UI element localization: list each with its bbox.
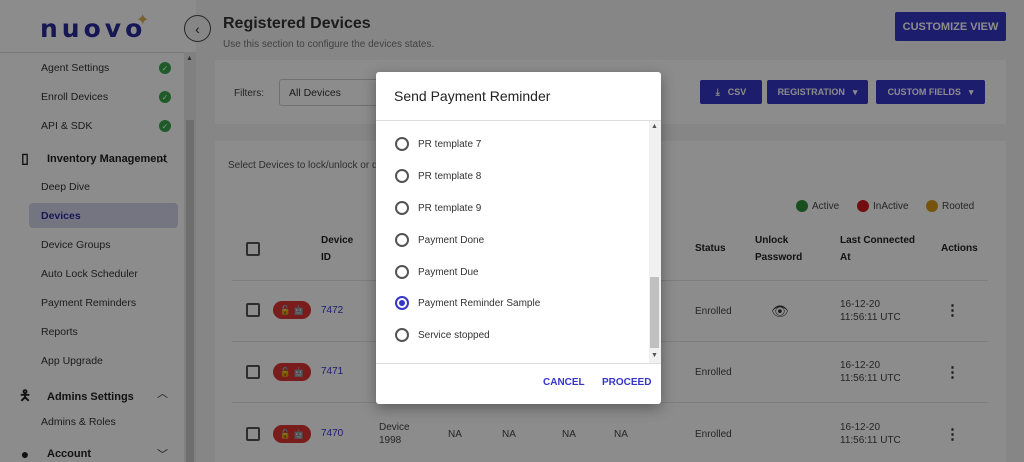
radio-option[interactable]: Service stopped: [395, 328, 490, 342]
radio-label: PR template 9: [418, 202, 482, 214]
radio-button[interactable]: [395, 233, 409, 247]
send-payment-reminder-dialog: Send Payment Reminder PR template 7 PR t…: [376, 72, 661, 404]
radio-button[interactable]: [395, 328, 409, 342]
radio-label: Payment Done: [418, 234, 485, 246]
radio-option[interactable]: Payment Due: [395, 265, 479, 279]
radio-button[interactable]: [395, 169, 409, 183]
radio-button[interactable]: [395, 137, 409, 151]
scroll-up-arrow-icon[interactable]: ▲: [651, 123, 658, 130]
dialog-divider: [376, 120, 661, 121]
proceed-button[interactable]: PROCEED: [602, 377, 651, 388]
radio-option[interactable]: PR template 8: [395, 169, 481, 183]
dialog-title: Send Payment Reminder: [394, 88, 551, 104]
cancel-button[interactable]: CANCEL: [543, 377, 585, 388]
dialog-divider: [376, 363, 661, 364]
dialog-scroll-thumb[interactable]: [650, 277, 659, 348]
radio-label: Payment Reminder Sample: [418, 297, 541, 309]
radio-option-selected[interactable]: Payment Reminder Sample: [395, 296, 540, 310]
radio-option[interactable]: PR template 9: [395, 201, 481, 215]
radio-label: PR template 7: [418, 138, 482, 150]
radio-button[interactable]: [395, 201, 409, 215]
radio-label: PR template 8: [418, 170, 482, 182]
radio-label: Payment Due: [418, 266, 479, 278]
radio-option[interactable]: Payment Done: [395, 233, 484, 247]
scroll-down-arrow-icon[interactable]: ▼: [651, 352, 658, 359]
radio-button-checked[interactable]: [395, 296, 409, 310]
radio-label: Service stopped: [418, 329, 490, 341]
radio-option[interactable]: PR template 7: [395, 137, 481, 151]
radio-button[interactable]: [395, 265, 409, 279]
